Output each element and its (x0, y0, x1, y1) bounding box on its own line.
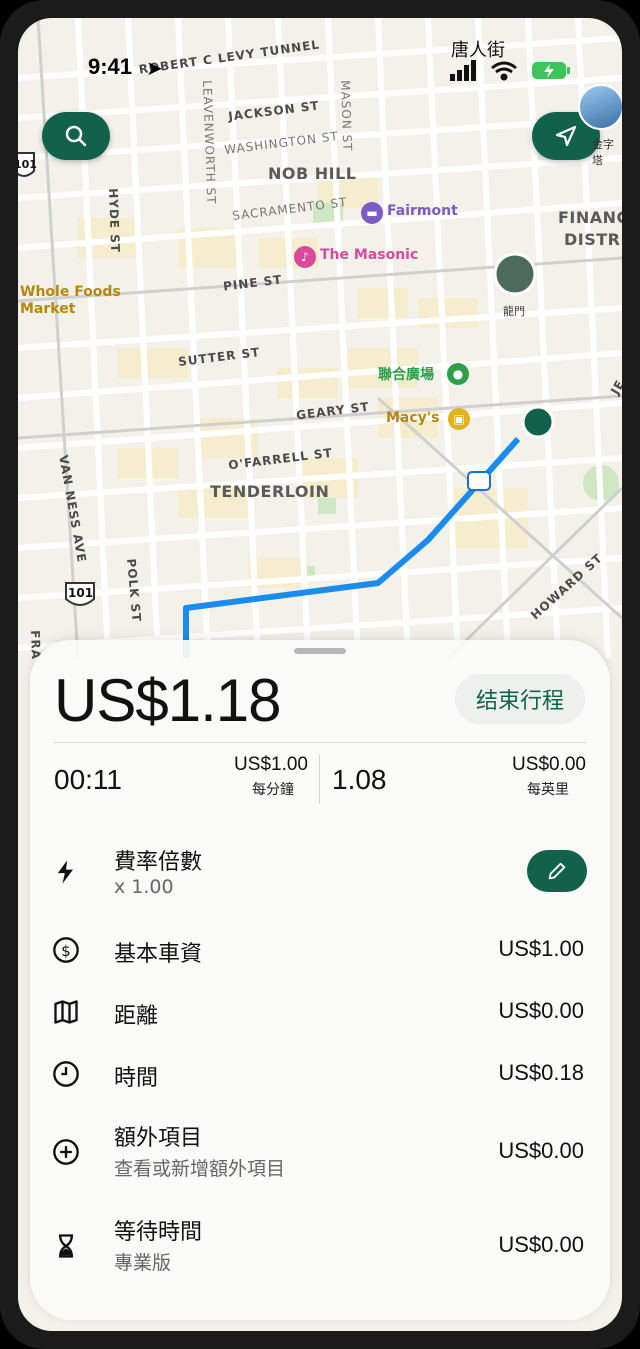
battery-icon (532, 62, 570, 79)
map-minor-streets (18, 18, 622, 659)
status-time: 9:41 (88, 54, 133, 79)
sheet-grabber[interactable] (294, 648, 346, 654)
signal-icon (450, 60, 476, 81)
shield-label: 101 (68, 586, 94, 600)
row-title: 距離 (114, 1004, 159, 1029)
row-amount: US$0.18 (498, 1060, 584, 1085)
elapsed-time: 00:11 (54, 764, 122, 795)
fare-total: US$1.18 (54, 667, 281, 734)
per-mile-value: US$0.00 (512, 754, 586, 775)
street-label: HYDE ST (106, 188, 123, 254)
poi-label[interactable]: Whole Foods Market (20, 284, 130, 318)
search-button[interactable] (42, 112, 110, 160)
poi-label[interactable]: The Masonic (320, 247, 418, 263)
shield-label: 101 (18, 158, 37, 171)
pencil-icon (548, 862, 566, 880)
map-icon (54, 1000, 78, 1024)
row-title: 時間 (114, 1066, 159, 1091)
row-title: 基本車資 (114, 942, 203, 967)
per-mile-rate: US$0.00 每英里 (480, 754, 586, 799)
landmark-photo[interactable] (578, 84, 622, 130)
row-amount: US$0.00 (498, 1138, 584, 1163)
per-minute-rate: US$1.00 每分鐘 (208, 754, 308, 799)
svg-text:$: $ (61, 942, 71, 960)
hotel-icon[interactable]: ▬ (361, 202, 383, 224)
end-trip-button[interactable]: 结束行程 (455, 674, 585, 724)
plus-circle-icon (53, 1139, 79, 1165)
per-minute-value: US$1.00 (234, 754, 308, 775)
wait-time-row: 等待時間 專業版 US$0.00 (30, 1210, 610, 1280)
location-arrow-icon: ➤ (146, 56, 163, 80)
row-title: 額外項目 (114, 1126, 203, 1151)
district-label: DISTRIC (564, 230, 622, 249)
search-icon (65, 125, 87, 147)
time-row: 時間 US$0.18 (30, 1054, 610, 1094)
transit-icon (467, 471, 491, 491)
music-icon[interactable]: ♪ (294, 246, 316, 268)
stat-separator (319, 754, 320, 804)
distance-value: 1.08 (332, 764, 387, 795)
phone-frame: ROBERT C LEVY TUNNEL JACKSON ST WASHINGT… (0, 0, 640, 1349)
dragon-gate-marker[interactable] (493, 252, 537, 296)
navigation-arrow-icon (555, 125, 577, 147)
distance-row: 距離 US$0.00 (30, 992, 610, 1032)
row-subtitle: 專業版 (114, 1252, 172, 1274)
per-mile-label: 每英里 (527, 782, 569, 798)
landmark-caption: 金字塔 (592, 138, 614, 167)
rate-multiplier-row: 費率倍數 x 1.00 (30, 836, 610, 906)
fare-sheet[interactable]: US$1.18 结束行程 00:11 US$1.00 每分鐘 1.08 US$0… (30, 640, 610, 1320)
row-amount: US$0.00 (498, 998, 584, 1023)
row-subtitle: 查看或新增額外項目 (114, 1158, 286, 1180)
poi-label[interactable]: Macy's (386, 410, 439, 426)
park-icon[interactable]: ● (447, 363, 469, 385)
poi-label[interactable]: 龍門 (503, 303, 525, 319)
divider (54, 742, 586, 743)
lightning-icon (57, 860, 73, 884)
row-amount: US$1.00 (498, 936, 584, 961)
hourglass-icon (59, 1234, 73, 1258)
row-subtitle: x 1.00 (114, 876, 174, 898)
street-label: MASON ST (338, 80, 355, 152)
shopping-bag-icon[interactable]: ▣ (448, 408, 470, 430)
row-title: 等待時間 (114, 1220, 203, 1245)
wifi-icon (491, 61, 517, 81)
edit-multiplier-button[interactable] (527, 850, 587, 892)
current-location-dot (521, 405, 555, 439)
extras-row[interactable]: 額外項目 查看或新增額外項目 US$0.00 (30, 1116, 610, 1186)
base-fare-row: $ 基本車資 US$1.00 (30, 930, 610, 970)
row-amount: US$0.00 (498, 1232, 584, 1257)
per-minute-label: 每分鐘 (252, 782, 294, 798)
district-label: TENDERLOIN (210, 482, 330, 501)
status-icons (450, 60, 570, 81)
district-label: FINANC (558, 208, 622, 227)
clock-icon (53, 1061, 79, 1087)
screen: ROBERT C LEVY TUNNEL JACKSON ST WASHINGT… (18, 18, 622, 1331)
dollar-icon: $ (53, 937, 79, 963)
row-title: 費率倍數 (114, 850, 203, 875)
district-label: NOB HILL (268, 164, 357, 183)
poi-label[interactable]: 聯合廣場 (378, 364, 434, 384)
poi-label[interactable]: Fairmont (387, 203, 458, 219)
